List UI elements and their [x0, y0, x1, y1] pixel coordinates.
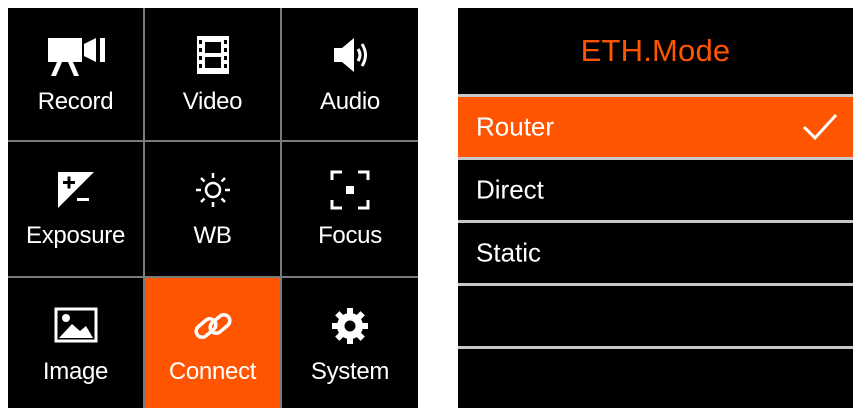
menu-tile-label: Exposure	[26, 222, 125, 249]
panel-title: ETH.Mode	[580, 33, 731, 68]
camera-menu-screens: Record Video Audio Exposure WB Focus Ima…	[0, 0, 853, 409]
checkmark-icon	[801, 112, 839, 142]
option-label: Router	[476, 111, 555, 142]
option-label: Static	[476, 237, 542, 268]
menu-tile-connect[interactable]: Connect	[145, 278, 280, 408]
menu-tile-focus[interactable]: Focus	[282, 142, 418, 276]
main-menu-grid: Record Video Audio Exposure WB Focus Ima…	[8, 8, 418, 408]
option-empty-row	[458, 349, 853, 409]
sun-icon	[181, 168, 245, 212]
menu-tile-label: Video	[182, 88, 243, 115]
exposure-compensation-icon	[44, 168, 108, 212]
eth-mode-options: Router Direct Static	[458, 97, 853, 409]
picture-icon	[44, 304, 108, 348]
menu-tile-audio[interactable]: Audio	[282, 8, 418, 140]
menu-tile-exposure[interactable]: Exposure	[8, 142, 143, 276]
video-camera-icon	[44, 34, 108, 78]
option-label: Direct	[476, 174, 544, 205]
menu-tile-label: Connect	[168, 358, 257, 385]
option-empty-row	[458, 286, 853, 349]
option-static[interactable]: Static	[458, 223, 853, 286]
gear-icon	[318, 304, 382, 348]
speaker-icon	[318, 34, 382, 78]
film-strip-icon	[181, 34, 245, 78]
menu-tile-wb[interactable]: WB	[145, 142, 280, 276]
menu-tile-system[interactable]: System	[282, 278, 418, 408]
option-router[interactable]: Router	[458, 97, 853, 160]
link-icon	[181, 304, 245, 348]
focus-frame-icon	[318, 168, 382, 212]
menu-tile-image[interactable]: Image	[8, 278, 143, 408]
menu-tile-record[interactable]: Record	[8, 8, 143, 140]
menu-tile-video[interactable]: Video	[145, 8, 280, 140]
menu-tile-label: Focus	[318, 222, 382, 249]
menu-tile-label: System	[310, 358, 390, 385]
menu-tile-label: Image	[42, 358, 109, 385]
menu-tile-label: Record	[37, 88, 114, 115]
menu-tile-label: WB	[193, 222, 232, 249]
eth-mode-panel: ETH.Mode Router Direct Static	[458, 8, 853, 408]
option-direct[interactable]: Direct	[458, 160, 853, 223]
menu-tile-label: Audio	[320, 88, 380, 115]
